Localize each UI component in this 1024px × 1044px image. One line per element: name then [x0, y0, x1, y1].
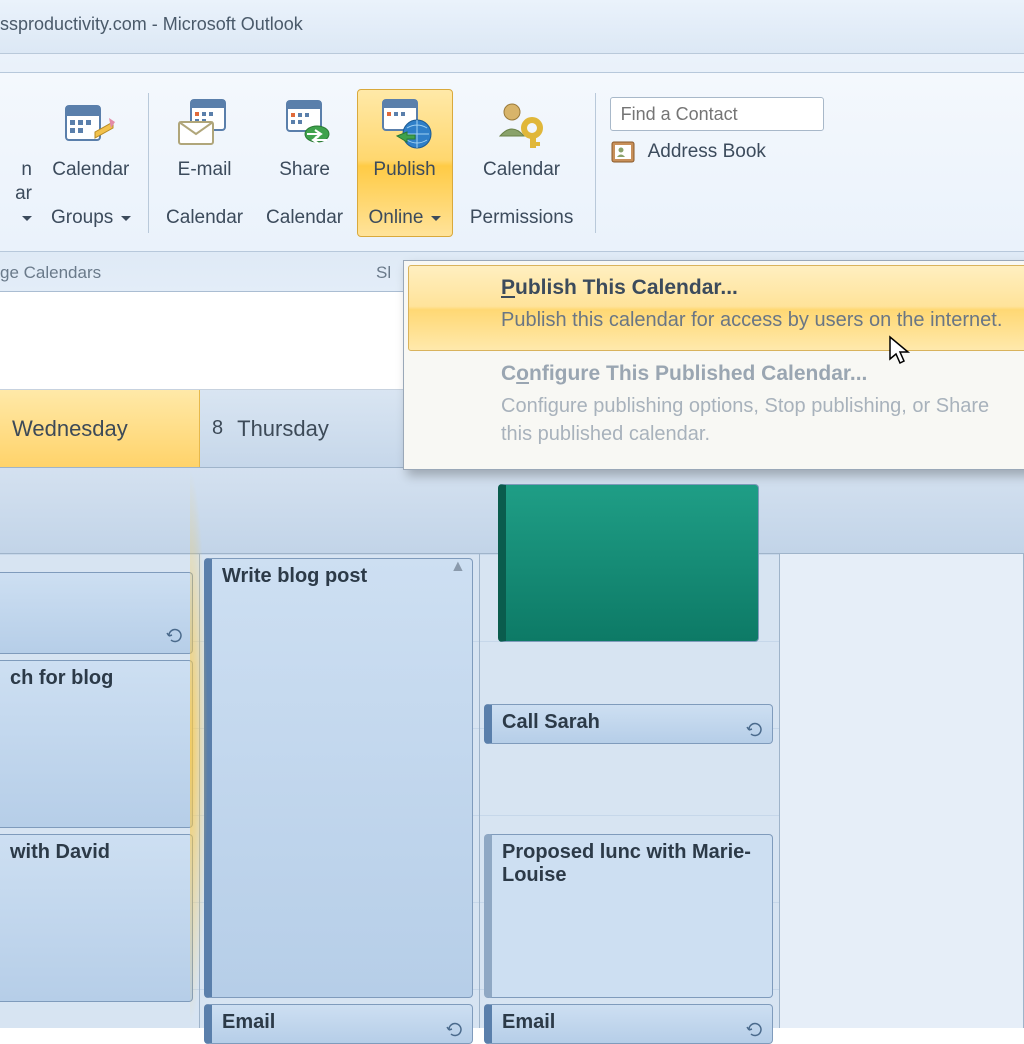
appointment-with-david[interactable]: with David — [0, 834, 193, 1002]
appointment-research-blog[interactable]: ch for blog — [0, 660, 193, 828]
day-label: Thursday — [237, 416, 329, 442]
label-line2: Online — [368, 207, 423, 228]
appointment-proposed-lunch[interactable]: Proposed lunc with Marie-Louise — [484, 834, 773, 998]
recurring-icon — [746, 721, 764, 739]
menu-item-publish-this-calendar[interactable]: PPublish This Calendar...ublish This Cal… — [408, 265, 1024, 351]
label-line1: n — [21, 159, 32, 180]
appointment-title: Proposed lunc with Marie-Louise — [502, 841, 751, 886]
calendar-grid[interactable]: ▲ ch for blog with David Write blog post… — [0, 468, 1024, 1028]
day-header-wednesday[interactable]: Wednesday — [0, 390, 200, 467]
appointment-breakfast-morning[interactable]: Breakfast Morning — [498, 484, 759, 642]
appointment-write-blog-post[interactable]: Write blog post — [204, 558, 473, 998]
label-line1: Calendar — [483, 158, 560, 182]
ribbon-separator — [148, 93, 149, 233]
day-number: 8 — [212, 417, 223, 440]
share-calendar-button[interactable]: Share Calendar — [257, 89, 353, 237]
calendar-groups-icon — [63, 96, 119, 152]
appointment-title: Write blog post — [222, 565, 367, 587]
dropdown-arrow-icon — [431, 216, 441, 226]
window-titlebar: ssproductivity.com - Microsoft Outlook — [0, 0, 1024, 54]
dropdown-arrow-icon — [121, 216, 131, 226]
appointment-email-fri[interactable]: Email — [484, 1004, 773, 1044]
appointment-email[interactable]: Email — [204, 1004, 473, 1044]
day-label: Wednesday — [12, 416, 128, 442]
window-title: ssproductivity.com - Microsoft Outlook — [0, 14, 303, 34]
appointment[interactable] — [0, 572, 193, 654]
address-book-label: Address Book — [648, 141, 766, 163]
address-book-icon — [610, 139, 640, 165]
calendar-permissions-button[interactable]: Calendar Permissions — [457, 89, 587, 237]
open-calendar-button-partial[interactable]: n ar — [2, 89, 38, 237]
share-calendar-icon — [277, 96, 333, 152]
label-line1: Publish — [373, 158, 435, 182]
recurring-icon — [166, 627, 184, 645]
label-line1: Calendar — [52, 158, 129, 182]
appointment-title: ch for blog — [10, 667, 113, 689]
menu-desc-text: Configure publishing options, Stop publi… — [501, 392, 1019, 448]
appointment-title: Email — [502, 1011, 555, 1033]
appointment-title: with David — [10, 841, 110, 863]
day-column-friday[interactable]: Breakfast Morning Call Sarah Proposed lu… — [480, 468, 780, 1028]
label-line2: Groups — [51, 207, 113, 228]
menu-desc-text: Publish this calendar for access by user… — [501, 306, 1019, 334]
appointment-title: Call Sarah — [502, 711, 600, 733]
group-label-share: Sl — [376, 263, 391, 283]
calendar-groups-button[interactable]: Calendar Groups — [42, 89, 140, 237]
open-calendar-icon — [3, 96, 33, 152]
publish-online-menu: PPublish This Calendar...ublish This Cal… — [403, 260, 1024, 470]
label-line1: Share — [279, 158, 330, 182]
label-line2: Calendar — [166, 206, 243, 230]
find-group: Address Book — [602, 89, 862, 171]
publish-online-button[interactable]: Publish Online — [357, 89, 453, 237]
scroll-up-indicator-icon: ▲ — [450, 558, 466, 576]
label-line2: ar — [15, 183, 32, 204]
label-line2: Calendar — [266, 206, 343, 230]
ribbon: n ar Calendar Groups — [0, 54, 1024, 292]
label-line2: Permissions — [470, 206, 573, 230]
address-book-button[interactable]: Address Book — [610, 133, 862, 171]
calendar-permissions-icon — [494, 96, 550, 152]
group-label-manage-calendars: ge Calendars — [0, 263, 101, 283]
appointment-call-sarah[interactable]: Call Sarah — [484, 704, 773, 744]
email-calendar-icon — [177, 96, 233, 152]
menu-item-configure-published-calendar: Configure This Published Calendar...Conf… — [408, 351, 1024, 465]
appointment-title: Email — [222, 1011, 275, 1033]
label-line1: E-mail — [178, 158, 232, 182]
dropdown-arrow-icon — [22, 216, 32, 226]
publish-online-icon — [377, 96, 433, 152]
ribbon-separator — [595, 93, 596, 233]
email-calendar-button[interactable]: E-mail Calendar — [157, 89, 253, 237]
find-contact-input[interactable] — [610, 97, 824, 131]
